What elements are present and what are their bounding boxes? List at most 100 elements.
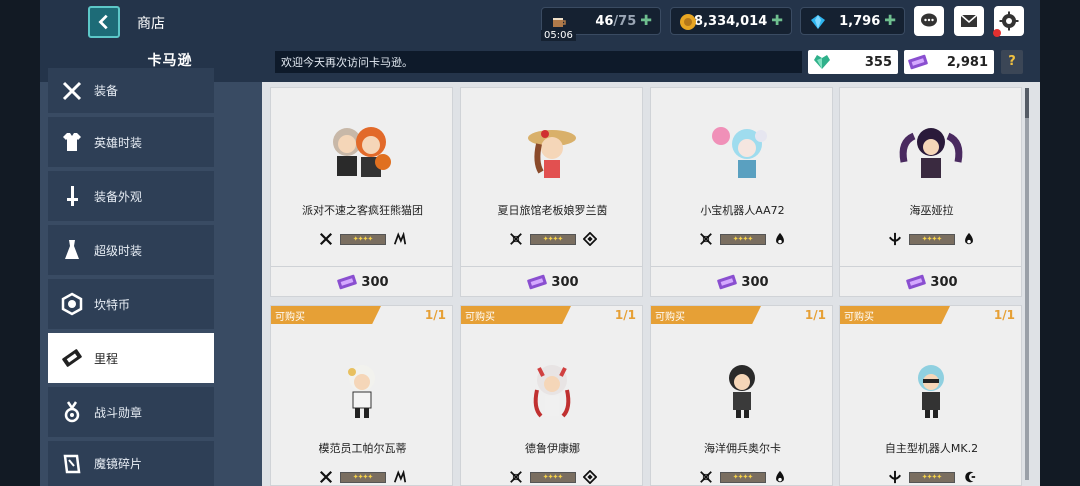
- price-value: 300: [551, 274, 579, 290]
- gold-resource[interactable]: 48,334,014 ✚: [670, 7, 792, 35]
- crossed-swords-icon: [58, 77, 86, 105]
- chat-button[interactable]: [914, 6, 944, 36]
- sidebar-item-kant-coin[interactable]: 坎特币: [48, 279, 214, 329]
- earth-element-icon: [392, 469, 408, 485]
- hero-name: 海巫娅拉: [909, 204, 954, 217]
- gem-resource[interactable]: 1,796 ✚: [800, 7, 905, 35]
- gear-icon: [999, 11, 1019, 31]
- product-card[interactable]: 可购买 1/1 模范员工帕尔瓦蒂 ✦✦✦✦: [270, 305, 453, 486]
- hero-avatar: [517, 118, 587, 188]
- ticket-icon: [527, 274, 548, 290]
- sidebar-item-equipment-appearance[interactable]: 装备外观: [48, 171, 214, 221]
- sidebar-item-mirror-shard[interactable]: 魔镜碎片: [48, 441, 214, 486]
- sidebar-item-label: 超级时装: [94, 243, 143, 258]
- light-element-icon: [582, 231, 598, 247]
- shirt-icon: [58, 128, 86, 156]
- ticket-icon: [717, 274, 738, 290]
- earth-element-icon: [392, 231, 408, 247]
- purchasable-tag: 可购买: [271, 306, 381, 324]
- ranged-class-icon: [698, 231, 714, 247]
- gem-value: 1,796: [839, 13, 881, 29]
- help-button[interactable]: ?: [1001, 50, 1023, 74]
- scrollbar-thumb[interactable]: [1025, 88, 1029, 118]
- hero-attributes: ✦✦✦✦: [840, 231, 1023, 247]
- sword-icon: [58, 182, 86, 210]
- purchase-limit-count: 1: [993, 308, 1003, 322]
- hero-attributes: ✦✦✦✦: [271, 231, 454, 247]
- sidebar-item-battle-medal[interactable]: 战斗勋章: [48, 387, 214, 437]
- water-element-icon: [772, 231, 788, 247]
- shop-tab-kamazone[interactable]: 卡马逊: [140, 50, 200, 70]
- product-card[interactable]: 海巫娅拉 ✦✦✦✦ 300: [839, 87, 1022, 297]
- ticket-currency: 2,981: [904, 50, 994, 74]
- star-rating-bar: ✦✦✦✦: [719, 233, 766, 245]
- price-value: 300: [361, 274, 389, 290]
- sidebar-item-label: 装备外观: [94, 189, 143, 204]
- ticket-icon: [337, 274, 358, 290]
- ticket-icon: [906, 274, 927, 290]
- support-class-icon: [887, 231, 903, 247]
- hero-name: 模范员工帕尔瓦蒂: [318, 442, 407, 455]
- ticket-icon: [58, 344, 86, 372]
- price-button[interactable]: 300: [461, 271, 644, 293]
- hero-avatar: [327, 118, 397, 188]
- water-element-icon: [961, 231, 977, 247]
- hero-name: 夏日旅馆老板娘罗兰茵: [497, 204, 608, 217]
- star-rating-bar: ✦✦✦✦: [529, 233, 576, 245]
- sidebar-item-label: 坎特币: [94, 297, 131, 312]
- purchase-limit-count: 1: [804, 308, 814, 322]
- hero-name: 自主型机器人MK.2: [884, 442, 979, 455]
- price-button[interactable]: 300: [840, 271, 1023, 293]
- sidebar-item-mileage[interactable]: 里程: [48, 333, 214, 383]
- warrior-class-icon: [318, 469, 334, 485]
- sidebar-item-label: 战斗勋章: [94, 405, 143, 420]
- card-divider: [271, 266, 452, 267]
- sidebar-item-equipment[interactable]: 装备: [48, 68, 214, 113]
- sidebar-item-super-costume[interactable]: 超级时装: [48, 225, 214, 275]
- chat-bubble-icon: [921, 13, 937, 27]
- dress-icon: [58, 236, 86, 264]
- sidebar-item-label: 魔镜碎片: [94, 457, 143, 471]
- card-divider: [840, 266, 1021, 267]
- scrollbar-track[interactable]: [1025, 88, 1029, 480]
- chevron-left-icon: [98, 14, 108, 30]
- add-gem-icon[interactable]: ✚: [884, 13, 896, 29]
- ranged-class-icon: [698, 469, 714, 485]
- purchase-limit: 1/1: [425, 308, 446, 322]
- purchase-limit: 1/1: [805, 308, 826, 322]
- star-rating-bar: ✦✦✦✦: [339, 233, 386, 245]
- product-card[interactable]: 小宝机器人AA72 ✦✦✦✦ 300: [650, 87, 833, 297]
- price-value: 300: [930, 274, 958, 290]
- page-title: 商店: [137, 16, 165, 32]
- dark-element-icon: [961, 469, 977, 485]
- card-divider: [461, 266, 642, 267]
- product-card[interactable]: 夏日旅馆老板娘罗兰茵 ✦✦✦✦ 300: [460, 87, 643, 297]
- hero-attributes: ✦✦✦✦: [651, 469, 834, 485]
- hero-attributes: ✦✦✦✦: [461, 469, 644, 485]
- star-rating-bar: ✦✦✦✦: [529, 471, 576, 483]
- purchasable-tag: 可购买: [840, 306, 950, 324]
- hero-avatar: [327, 356, 397, 426]
- mail-button[interactable]: [954, 6, 984, 36]
- add-gold-icon[interactable]: ✚: [771, 13, 783, 29]
- welcome-message: 欢迎今天再次访问卡马逊。: [275, 51, 802, 73]
- notification-dot: [993, 29, 1001, 37]
- purchase-limit: 1/1: [615, 308, 636, 322]
- purchase-limit-count: 1: [614, 308, 624, 322]
- product-card[interactable]: 可购买 1/1 德鲁伊康娜 ✦✦✦✦: [460, 305, 643, 486]
- ticket-icon: [907, 51, 929, 73]
- hero-attributes: ✦✦✦✦: [840, 469, 1023, 485]
- sidebar-item-hero-costume[interactable]: 英雄时装: [48, 117, 214, 167]
- price-button[interactable]: 300: [271, 271, 454, 293]
- envelope-icon: [960, 14, 978, 27]
- product-card[interactable]: 派对不速之客疯狂熊猫团 ✦✦✦✦ 300: [270, 87, 453, 297]
- product-card[interactable]: 可购买 1/1 海洋佣兵奥尔卡 ✦✦✦✦: [650, 305, 833, 486]
- hero-avatar: [896, 356, 966, 426]
- price-button[interactable]: 300: [651, 271, 834, 293]
- product-card[interactable]: 可购买 1/1 自主型机器人MK.2 ✦✦✦✦: [839, 305, 1022, 486]
- purchase-limit-max: /1: [813, 308, 826, 322]
- hero-attributes: ✦✦✦✦: [271, 469, 454, 485]
- purchase-limit: 1/1: [994, 308, 1015, 322]
- add-stamina-icon[interactable]: ✚: [640, 13, 652, 29]
- back-button[interactable]: [88, 6, 120, 38]
